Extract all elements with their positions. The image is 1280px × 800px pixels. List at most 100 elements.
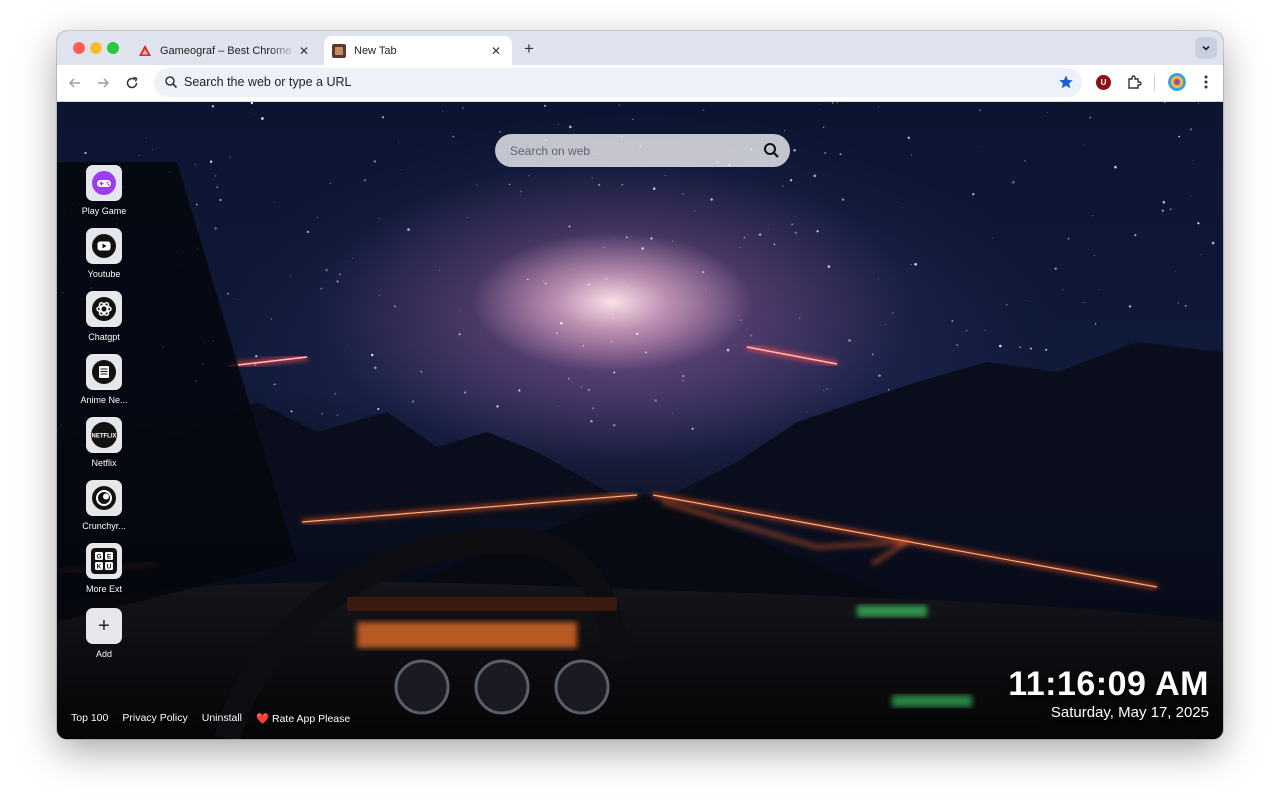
star: [253, 113, 255, 115]
star: [694, 210, 696, 212]
shortcut-more-ext[interactable]: G E K U More Ext: [72, 543, 136, 594]
star: [758, 233, 762, 236]
star: [1128, 305, 1132, 308]
extensions-puzzle-icon[interactable]: [1125, 73, 1143, 91]
search-icon[interactable]: [763, 142, 780, 159]
star: [544, 282, 547, 285]
star: [528, 174, 530, 177]
star: [1192, 160, 1194, 162]
address-bar[interactable]: Search the web or type a URL: [154, 68, 1082, 97]
star: [819, 104, 821, 105]
star: [209, 160, 213, 163]
star: [664, 175, 666, 177]
star: [907, 136, 910, 139]
star: [612, 423, 616, 427]
star: [336, 414, 338, 416]
radio-display-lower: [892, 695, 972, 707]
star: [824, 151, 827, 154]
star: [901, 207, 903, 208]
shortcut-netflix[interactable]: NETFLIX Netflix: [72, 417, 136, 468]
tab-search-button[interactable]: [1195, 37, 1217, 59]
star: [789, 179, 793, 182]
back-button[interactable]: [63, 71, 87, 95]
star: [520, 190, 523, 193]
uninstall-link[interactable]: Uninstall: [202, 712, 242, 725]
star: [806, 411, 808, 413]
browser-window: Gameograf – Best Chrome Library ✕ New Ta…: [57, 31, 1223, 739]
shortcut-youtube[interactable]: Youtube: [72, 228, 136, 279]
privacy-policy-link[interactable]: Privacy Policy: [122, 712, 187, 725]
gameograf-favicon-icon: [139, 44, 151, 56]
star: [618, 104, 620, 106]
star: [1161, 209, 1164, 212]
star: [401, 169, 402, 171]
star: [1083, 302, 1085, 303]
top100-link[interactable]: Top 100: [71, 712, 108, 725]
new-tab-button[interactable]: +: [519, 39, 539, 59]
shortcut-label: Anime Ne...: [80, 395, 128, 405]
close-tab-icon[interactable]: ✕: [488, 43, 504, 59]
star: [739, 319, 742, 321]
star: [1005, 303, 1008, 306]
star: [816, 230, 819, 233]
bookmark-star-icon[interactable]: [1058, 74, 1074, 90]
shortcut-label: Netflix: [91, 458, 117, 468]
star: [591, 177, 593, 179]
close-window-button[interactable]: [73, 42, 85, 54]
star: [1190, 195, 1192, 197]
star: [682, 193, 684, 195]
close-tab-icon[interactable]: ✕: [296, 43, 312, 59]
forward-button[interactable]: [91, 71, 115, 95]
star: [84, 151, 87, 155]
star: [978, 146, 980, 148]
star: [1134, 233, 1137, 237]
shortcut-play-game[interactable]: Play Game: [72, 165, 136, 216]
star: [836, 102, 838, 104]
star: [196, 203, 198, 206]
shortcut-crunchyroll[interactable]: Crunchyr...: [72, 480, 136, 531]
star: [370, 353, 374, 357]
star: [588, 388, 590, 391]
star: [1162, 200, 1166, 204]
plus-icon: +: [86, 608, 122, 644]
rate-app-link[interactable]: ❤️ Rate App Please: [256, 712, 350, 725]
star: [911, 154, 912, 156]
star: [972, 193, 975, 196]
arrow-right-icon: [98, 78, 110, 88]
zoom-window-button[interactable]: [107, 42, 119, 54]
profile-avatar-icon[interactable]: [1168, 73, 1186, 91]
shortcut-chatgpt[interactable]: Chatgpt: [72, 291, 136, 342]
star: [885, 324, 886, 325]
ublock-extension-icon[interactable]: U: [1096, 75, 1111, 90]
shortcut-label: Chatgpt: [88, 332, 120, 342]
news-icon: [86, 354, 122, 390]
star: [813, 174, 817, 178]
tab-new-tab[interactable]: New Tab ✕: [324, 36, 512, 65]
star: [603, 246, 605, 249]
shortcut-anime-news[interactable]: Anime Ne...: [72, 354, 136, 405]
star: [466, 217, 468, 218]
tab-gameograf[interactable]: Gameograf – Best Chrome Library ✕: [130, 36, 320, 65]
star: [329, 182, 332, 185]
star: [773, 243, 776, 246]
star: [321, 413, 323, 415]
star: [1175, 271, 1177, 273]
shortcut-label: Youtube: [87, 269, 121, 279]
web-search-placeholder: Search on web: [510, 144, 591, 158]
youtube-icon: [86, 228, 122, 264]
star: [992, 237, 994, 239]
star: [672, 412, 674, 414]
star: [636, 332, 639, 336]
star: [848, 339, 851, 342]
reload-button[interactable]: [120, 71, 144, 95]
browser-menu-button[interactable]: [1197, 73, 1215, 91]
shortcut-add[interactable]: + Add: [72, 608, 136, 659]
star: [527, 278, 529, 281]
star: [1184, 304, 1187, 307]
star: [573, 282, 575, 284]
star: [910, 263, 912, 265]
star: [458, 309, 460, 311]
star: [799, 317, 801, 319]
minimize-window-button[interactable]: [90, 42, 102, 54]
web-search-box[interactable]: Search on web: [495, 134, 790, 167]
